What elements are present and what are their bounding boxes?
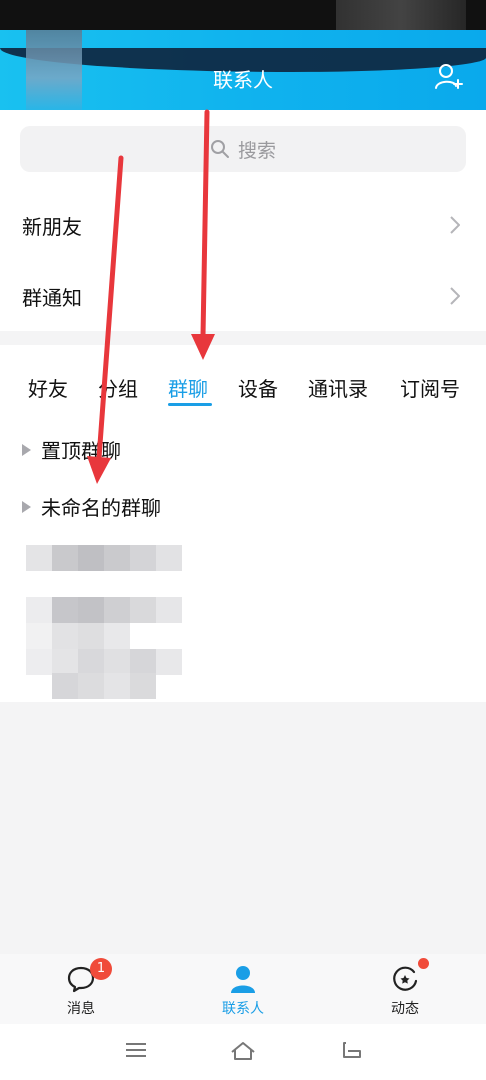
nav-messages-label: 消息 [67, 1001, 95, 1017]
nav-contacts[interactable]: 联系人 [198, 964, 288, 1018]
tab-groups[interactable]: 分组 [98, 373, 138, 402]
chevron-right-icon [450, 216, 460, 234]
system-nav-bar [0, 1024, 486, 1080]
status-icons-blurred [336, 0, 466, 30]
nav-moments[interactable]: 动态 [360, 964, 450, 1018]
search-input[interactable]: 搜索 [20, 126, 466, 172]
nav-messages[interactable]: 消息 [36, 964, 126, 1018]
menu-icon[interactable] [124, 1040, 148, 1060]
tab-group-chats[interactable]: 群聊 [168, 373, 208, 402]
tab-address-book[interactable]: 通讯录 [308, 373, 368, 402]
group-notice-label: 群通知 [22, 285, 82, 310]
nav-moments-label: 动态 [391, 1001, 419, 1017]
nav-contacts-label: 联系人 [222, 1001, 264, 1017]
tab-friends[interactable]: 好友 [28, 373, 68, 402]
blurred-content [26, 545, 182, 699]
expand-arrow-icon [22, 443, 31, 456]
contacts-tab-bar: 好友 分组 群聊 设备 通讯录 订阅号 [0, 345, 486, 425]
active-tab-indicator [168, 403, 212, 406]
unnamed-groups-label: 未命名的群聊 [41, 496, 161, 520]
page-title: 联系人 [213, 68, 273, 92]
pinned-groups-section[interactable]: 置顶群聊 [22, 435, 121, 464]
home-icon[interactable] [229, 1040, 257, 1062]
new-friends-row[interactable]: 新朋友 [0, 190, 486, 260]
search-icon [210, 140, 229, 158]
chevron-right-icon [450, 287, 460, 305]
tab-subscriptions[interactable]: 订阅号 [400, 373, 460, 402]
unread-badge: 1 [90, 958, 112, 980]
unnamed-groups-section[interactable]: 未命名的群聊 [22, 492, 161, 521]
bottom-nav-bar: 消息 联系人 动态 [0, 954, 486, 1024]
back-icon[interactable] [340, 1040, 364, 1060]
add-contact-icon[interactable] [434, 62, 464, 92]
search-placeholder: 搜索 [237, 139, 276, 162]
status-bar [0, 0, 486, 30]
notification-dot [418, 958, 429, 969]
group-notice-row[interactable]: 群通知 [0, 261, 486, 331]
tab-devices[interactable]: 设备 [238, 373, 278, 402]
pinned-groups-label: 置顶群聊 [41, 439, 121, 463]
star-circle-icon [393, 966, 418, 991]
expand-arrow-icon [22, 500, 31, 513]
person-icon [231, 966, 255, 993]
new-friends-label: 新朋友 [22, 214, 82, 239]
